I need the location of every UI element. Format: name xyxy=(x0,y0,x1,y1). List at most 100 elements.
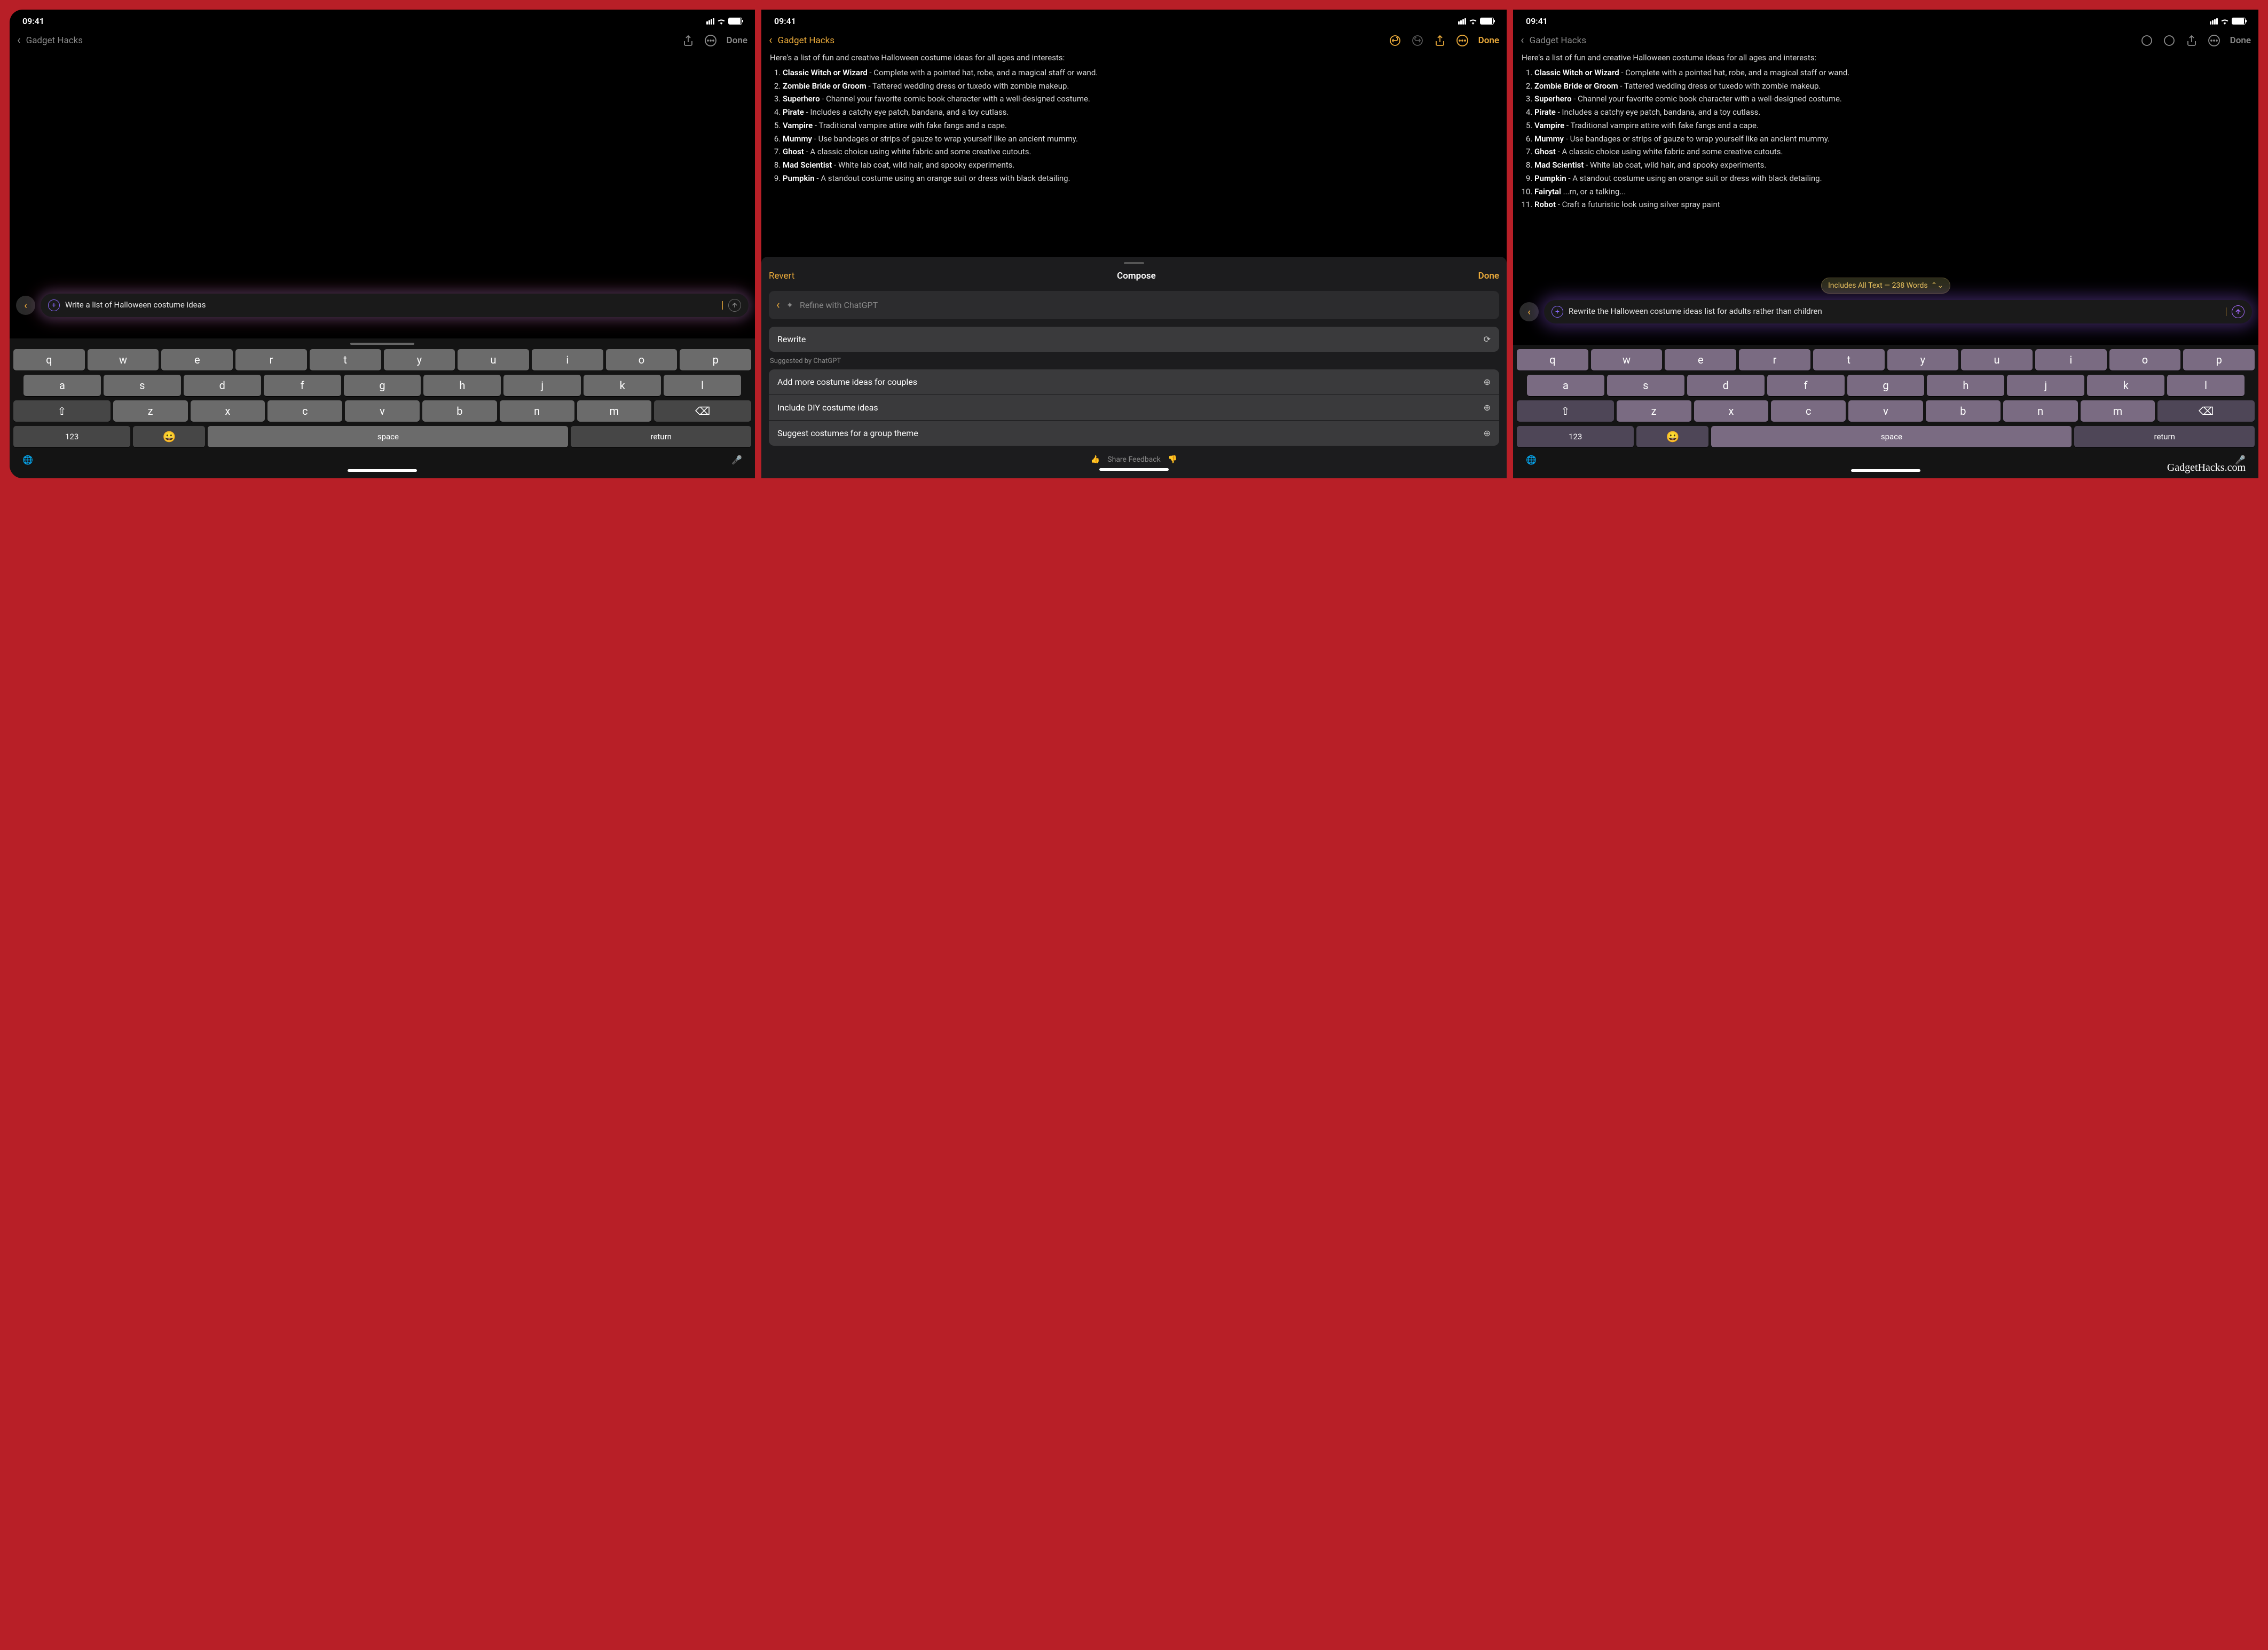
back-chevron-icon[interactable]: ‹ xyxy=(17,34,21,47)
undo-icon[interactable] xyxy=(2140,34,2153,47)
key-p[interactable]: p xyxy=(2183,349,2255,370)
key-z[interactable]: z xyxy=(113,400,188,422)
key-d[interactable]: d xyxy=(1687,375,1765,396)
return-key[interactable]: return xyxy=(2074,426,2255,447)
back-label[interactable]: Gadget Hacks xyxy=(26,35,676,46)
share-icon[interactable] xyxy=(682,34,695,47)
key-h[interactable]: h xyxy=(423,375,501,396)
done-button[interactable]: Done xyxy=(2230,35,2251,46)
key-d[interactable]: d xyxy=(184,375,261,396)
key-k[interactable]: k xyxy=(584,375,661,396)
sheet-done-button[interactable]: Done xyxy=(1478,271,1499,281)
backspace-key[interactable]: ⌫ xyxy=(2157,400,2255,422)
revert-button[interactable]: Revert xyxy=(769,271,794,281)
globe-icon[interactable]: 🌐 xyxy=(1526,455,1537,465)
key-v[interactable]: v xyxy=(1848,400,1923,422)
globe-icon[interactable]: 🌐 xyxy=(22,455,33,465)
suggestion-row[interactable]: Add more costume ideas for couples⊕ xyxy=(769,369,1499,394)
key-e[interactable]: e xyxy=(1665,349,1736,370)
space-key[interactable]: space xyxy=(1711,426,2072,447)
key-r[interactable]: r xyxy=(1739,349,1810,370)
key-o[interactable]: o xyxy=(606,349,678,370)
backspace-key[interactable]: ⌫ xyxy=(654,400,751,422)
key-n[interactable]: n xyxy=(2003,400,2078,422)
thumbs-up-icon[interactable]: 👍 xyxy=(1091,455,1100,464)
key-x[interactable]: x xyxy=(191,400,265,422)
back-label[interactable]: Gadget Hacks xyxy=(1530,35,2135,46)
emoji-key[interactable]: 😀 xyxy=(133,426,205,447)
key-c[interactable]: c xyxy=(1771,400,1846,422)
prompt-input-pill[interactable]: + Rewrite the Halloween costume ideas li… xyxy=(1544,300,2252,323)
send-button[interactable] xyxy=(728,299,741,312)
share-icon[interactable] xyxy=(2185,34,2198,47)
key-o[interactable]: o xyxy=(2109,349,2181,370)
key-g[interactable]: g xyxy=(344,375,421,396)
return-key[interactable]: return xyxy=(571,426,751,447)
key-i[interactable]: i xyxy=(2035,349,2107,370)
key-w[interactable]: w xyxy=(1591,349,1663,370)
plus-icon[interactable]: + xyxy=(1552,306,1563,318)
key-u[interactable]: u xyxy=(458,349,529,370)
home-indicator[interactable] xyxy=(348,469,417,472)
key-t[interactable]: t xyxy=(310,349,381,370)
key-l[interactable]: l xyxy=(2167,375,2245,396)
share-icon[interactable] xyxy=(1434,34,1446,47)
prompt-input-pill[interactable]: + Write a list of Halloween costume idea… xyxy=(41,294,749,317)
key-c[interactable]: c xyxy=(267,400,342,422)
key-w[interactable]: w xyxy=(88,349,159,370)
back-chevron-icon[interactable]: ‹ xyxy=(1521,34,1524,47)
redo-icon[interactable] xyxy=(1411,34,1424,47)
key-p[interactable]: p xyxy=(680,349,751,370)
back-label[interactable]: Gadget Hacks xyxy=(778,35,1383,46)
key-r[interactable]: r xyxy=(235,349,307,370)
key-y[interactable]: y xyxy=(384,349,455,370)
key-f[interactable]: f xyxy=(264,375,341,396)
key-u[interactable]: u xyxy=(1961,349,2033,370)
shift-key[interactable]: ⇧ xyxy=(13,400,111,422)
key-s[interactable]: s xyxy=(104,375,181,396)
key-y[interactable]: y xyxy=(1887,349,1959,370)
key-t[interactable]: t xyxy=(1813,349,1885,370)
key-b[interactable]: b xyxy=(422,400,497,422)
key-b[interactable]: b xyxy=(1926,400,2001,422)
more-icon[interactable] xyxy=(704,34,717,47)
feedback-label[interactable]: Share Feedback xyxy=(1107,455,1160,464)
key-g[interactable]: g xyxy=(1847,375,1925,396)
key-z[interactable]: z xyxy=(1617,400,1691,422)
refine-row[interactable]: ‹ ✦ Refine with ChatGPT xyxy=(769,291,1499,319)
plus-icon[interactable]: + xyxy=(48,299,60,311)
send-button[interactable] xyxy=(2232,305,2245,318)
key-l[interactable]: l xyxy=(664,375,741,396)
done-button[interactable]: Done xyxy=(727,35,747,46)
context-pill[interactable]: Includes All Text — 238 Words ⌃⌄ xyxy=(1821,278,1950,294)
key-a[interactable]: a xyxy=(23,375,101,396)
back-chevron-icon[interactable]: ‹ xyxy=(769,34,773,47)
key-n[interactable]: n xyxy=(500,400,574,422)
key-f[interactable]: f xyxy=(1767,375,1845,396)
shift-key[interactable]: ⇧ xyxy=(1517,400,1614,422)
more-icon[interactable] xyxy=(1456,34,1469,47)
keyboard-handle[interactable] xyxy=(350,343,414,345)
space-key[interactable]: space xyxy=(208,426,568,447)
numbers-key[interactable]: 123 xyxy=(13,426,130,447)
numbers-key[interactable]: 123 xyxy=(1517,426,1634,447)
redo-icon[interactable] xyxy=(2163,34,2176,47)
thumbs-down-icon[interactable]: 👎 xyxy=(1168,455,1177,464)
key-j[interactable]: j xyxy=(2007,375,2084,396)
undo-icon[interactable] xyxy=(1389,34,1401,47)
key-m[interactable]: m xyxy=(577,400,652,422)
key-i[interactable]: i xyxy=(532,349,603,370)
key-q[interactable]: q xyxy=(1517,349,1588,370)
key-m[interactable]: m xyxy=(2081,400,2155,422)
key-j[interactable]: j xyxy=(503,375,581,396)
more-icon[interactable] xyxy=(2208,34,2220,47)
key-k[interactable]: k xyxy=(2087,375,2164,396)
key-s[interactable]: s xyxy=(1607,375,1684,396)
home-indicator[interactable] xyxy=(1851,469,1920,472)
suggestion-row[interactable]: Include DIY costume ideas⊕ xyxy=(769,395,1499,420)
mic-icon[interactable]: 🎤 xyxy=(731,455,742,465)
emoji-key[interactable]: 😀 xyxy=(1636,426,1708,447)
prompt-back-button[interactable]: ‹ xyxy=(1519,302,1539,321)
key-v[interactable]: v xyxy=(345,400,420,422)
rewrite-row[interactable]: Rewrite ⟳ xyxy=(769,327,1499,352)
